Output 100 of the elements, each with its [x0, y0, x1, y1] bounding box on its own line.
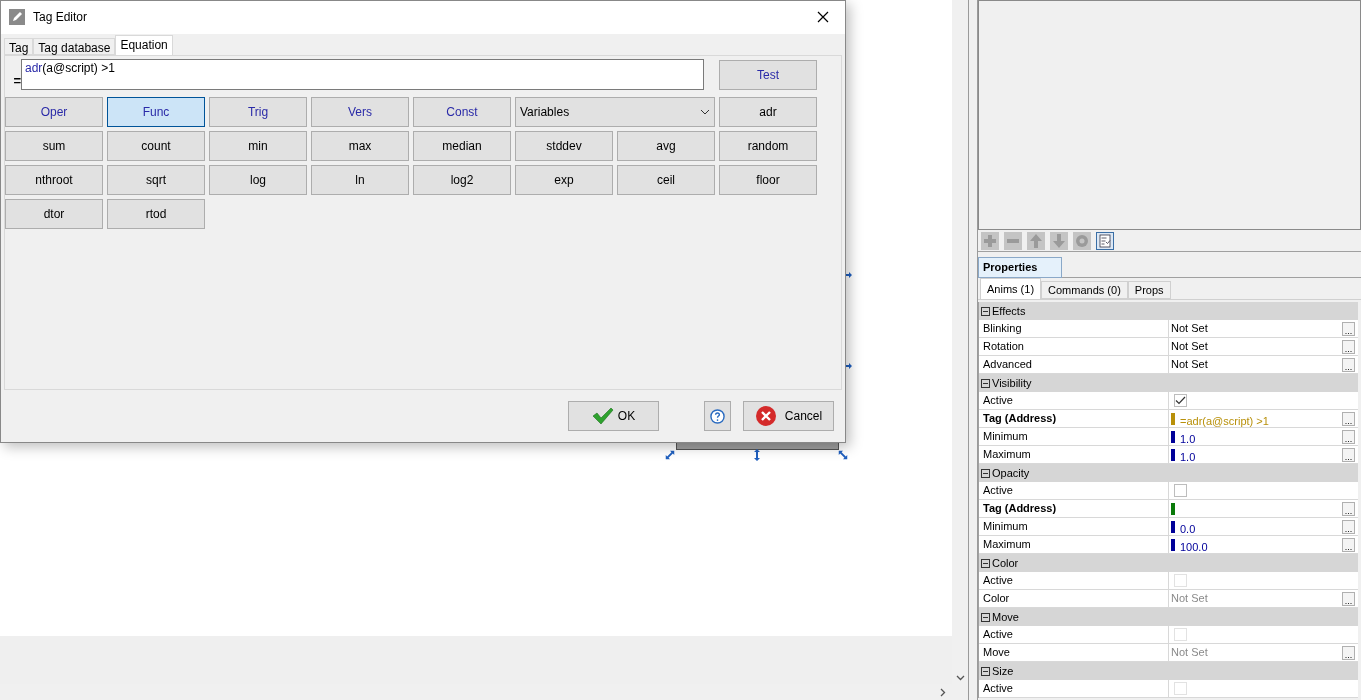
property-label: Blinking: [979, 320, 1169, 337]
browse-button[interactable]: ...: [1342, 537, 1355, 552]
property-value: Not Set: [1171, 357, 1208, 373]
property-value: 1.0: [1180, 433, 1196, 445]
cancel-button[interactable]: Cancel: [743, 401, 834, 432]
property-label: Rotation: [979, 338, 1169, 355]
tab[interactable]: Props: [1127, 281, 1171, 299]
category-button[interactable]: Func: [107, 97, 205, 128]
property-value: Not Set: [1171, 321, 1208, 337]
property-value: Not Set: [1171, 591, 1208, 607]
checklist-icon[interactable]: [1096, 231, 1114, 250]
ok-button[interactable]: OK: [568, 401, 659, 432]
cancel-icon: [754, 405, 777, 428]
resize-handle-icon[interactable]: [837, 449, 849, 461]
help-button[interactable]: [704, 401, 731, 432]
property-label: Active: [979, 392, 1169, 409]
function-button[interactable]: count: [107, 131, 205, 162]
section-title: Opacity: [992, 465, 1030, 481]
browse-button[interactable]: ...: [1342, 357, 1355, 372]
browse-button[interactable]: ...: [1342, 429, 1355, 444]
property-value: 0.0: [1180, 523, 1196, 535]
function-button[interactable]: exp: [515, 165, 613, 196]
collapse-icon[interactable]: [981, 612, 990, 622]
tab[interactable]: Tag: [4, 37, 34, 55]
function-button[interactable]: avg: [617, 131, 715, 162]
browse-button[interactable]: ...: [1342, 339, 1355, 354]
browse-button[interactable]: ...: [1342, 411, 1355, 426]
tab[interactable]: Equation: [115, 34, 173, 55]
panel-title: Properties: [978, 257, 1062, 278]
browse-button[interactable]: ...: [1342, 519, 1355, 534]
function-button[interactable]: ceil: [617, 165, 715, 196]
function-button[interactable]: ln: [311, 165, 409, 196]
checkbox[interactable]: [1174, 484, 1187, 497]
section-title: Size: [992, 663, 1014, 679]
collapse-icon[interactable]: [981, 378, 990, 388]
checkmark-icon: [591, 407, 614, 426]
function-button[interactable]: adr: [719, 97, 817, 128]
property-value: 1.0: [1180, 451, 1196, 463]
help-icon: [710, 408, 725, 424]
browse-button[interactable]: ...: [1342, 501, 1355, 516]
category-button[interactable]: Trig: [209, 97, 307, 128]
function-button[interactable]: rtod: [107, 199, 205, 230]
property-label: Minimum: [979, 428, 1169, 445]
function-button[interactable]: log2: [413, 165, 511, 196]
pencil-icon: [9, 9, 25, 26]
property-label: Advanced: [979, 356, 1169, 373]
function-button[interactable]: sqrt: [107, 165, 205, 196]
scroll-right-icon[interactable]: [940, 687, 946, 697]
property-label: Active: [979, 482, 1169, 499]
property-value: 100.0: [1180, 541, 1208, 553]
property-label: Minimum: [979, 518, 1169, 535]
tab[interactable]: Tag database: [33, 37, 116, 55]
test-button[interactable]: Test: [719, 59, 817, 90]
property-label: Color: [979, 590, 1169, 607]
property-label: Active: [979, 680, 1169, 697]
variables-dropdown[interactable]: Variables: [515, 97, 715, 128]
property-value: Not Set: [1171, 339, 1208, 355]
category-button[interactable]: Vers: [311, 97, 409, 128]
function-button[interactable]: floor: [719, 165, 817, 196]
window-title: Tag Editor: [33, 9, 89, 27]
browse-button[interactable]: ...: [1342, 321, 1355, 336]
scroll-down-icon[interactable]: [955, 675, 965, 681]
chevron-down-icon: [700, 109, 710, 116]
collapse-icon[interactable]: [981, 666, 990, 676]
function-button[interactable]: stddev: [515, 131, 613, 162]
checkmark-icon: [1175, 396, 1186, 405]
collapse-icon[interactable]: [981, 306, 990, 316]
function-button[interactable]: random: [719, 131, 817, 162]
resize-handle-icon[interactable]: [664, 449, 676, 461]
section-title: Effects: [992, 303, 1026, 319]
property-label: Maximum: [979, 536, 1169, 553]
collapse-icon[interactable]: [981, 558, 990, 568]
equation-field[interactable]: adr(a@script) >1: [21, 58, 704, 90]
property-label: Maximum: [979, 446, 1169, 463]
section-title: Color: [992, 555, 1019, 571]
property-label: Tag (Address): [979, 410, 1169, 427]
category-button[interactable]: Const: [413, 97, 511, 128]
property-value: =adr(a@script) >1: [1180, 415, 1269, 427]
tab[interactable]: Anims (1): [980, 278, 1042, 299]
checkbox[interactable]: [1174, 394, 1187, 407]
property-value: Not Set: [1171, 645, 1208, 661]
collapse-icon[interactable]: [981, 468, 990, 478]
tab[interactable]: Commands (0): [1041, 281, 1128, 299]
function-button[interactable]: dtor: [5, 199, 103, 230]
category-button[interactable]: Oper: [5, 97, 103, 128]
function-button[interactable]: log: [209, 165, 307, 196]
browse-button[interactable]: ...: [1342, 447, 1355, 462]
property-label: Active: [979, 572, 1169, 589]
close-icon[interactable]: [817, 11, 829, 24]
function-button[interactable]: nthroot: [5, 165, 103, 196]
function-button[interactable]: median: [413, 131, 511, 162]
section-title: Visibility: [992, 375, 1032, 391]
property-label: Active: [979, 626, 1169, 643]
property-label: Tag (Address): [979, 500, 1169, 517]
function-button[interactable]: max: [311, 131, 409, 162]
function-button[interactable]: sum: [5, 131, 103, 162]
property-label: Move: [979, 644, 1169, 661]
equals-sign: =: [12, 71, 21, 90]
function-button[interactable]: min: [209, 131, 307, 162]
section-title: Move: [992, 609, 1019, 625]
